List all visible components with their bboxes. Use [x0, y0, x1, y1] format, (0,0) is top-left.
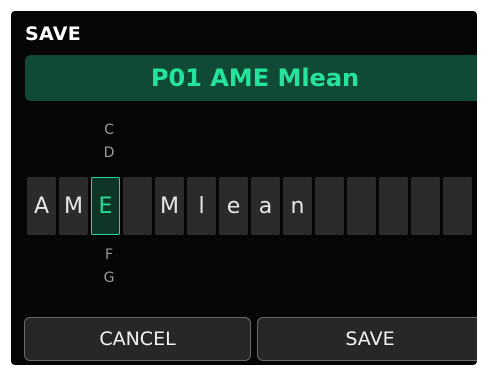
cancel-button[interactable]: CANCEL: [24, 317, 251, 361]
character-editor[interactable]: AMEMlean: [27, 177, 472, 235]
char-cell[interactable]: M: [59, 177, 88, 235]
char-cell[interactable]: l: [187, 177, 216, 235]
char-cell[interactable]: [123, 177, 152, 235]
picker-option-above-2[interactable]: D: [94, 142, 124, 165]
save-button[interactable]: SAVE: [257, 317, 477, 361]
char-cell[interactable]: n: [283, 177, 312, 235]
save-screen: SAVE P01 AME Mlean C D AMEMlean F G CANC…: [11, 11, 477, 365]
char-cell[interactable]: M: [155, 177, 184, 235]
char-cell[interactable]: [347, 177, 376, 235]
char-cell[interactable]: [379, 177, 408, 235]
char-cell[interactable]: [315, 177, 344, 235]
char-cell[interactable]: [443, 177, 472, 235]
preset-name-display: P01 AME Mlean: [25, 55, 477, 101]
char-cell-active[interactable]: E: [91, 177, 120, 235]
char-cell[interactable]: e: [219, 177, 248, 235]
picker-option-above-1[interactable]: C: [94, 119, 124, 142]
char-cell[interactable]: A: [27, 177, 56, 235]
picker-option-below-1[interactable]: F: [94, 244, 124, 267]
char-cell[interactable]: a: [251, 177, 280, 235]
char-picker-above[interactable]: C D: [94, 119, 124, 165]
char-picker-below[interactable]: F G: [94, 244, 124, 290]
picker-option-below-2[interactable]: G: [94, 267, 124, 290]
screen-title: SAVE: [25, 23, 81, 45]
char-cell[interactable]: [411, 177, 440, 235]
